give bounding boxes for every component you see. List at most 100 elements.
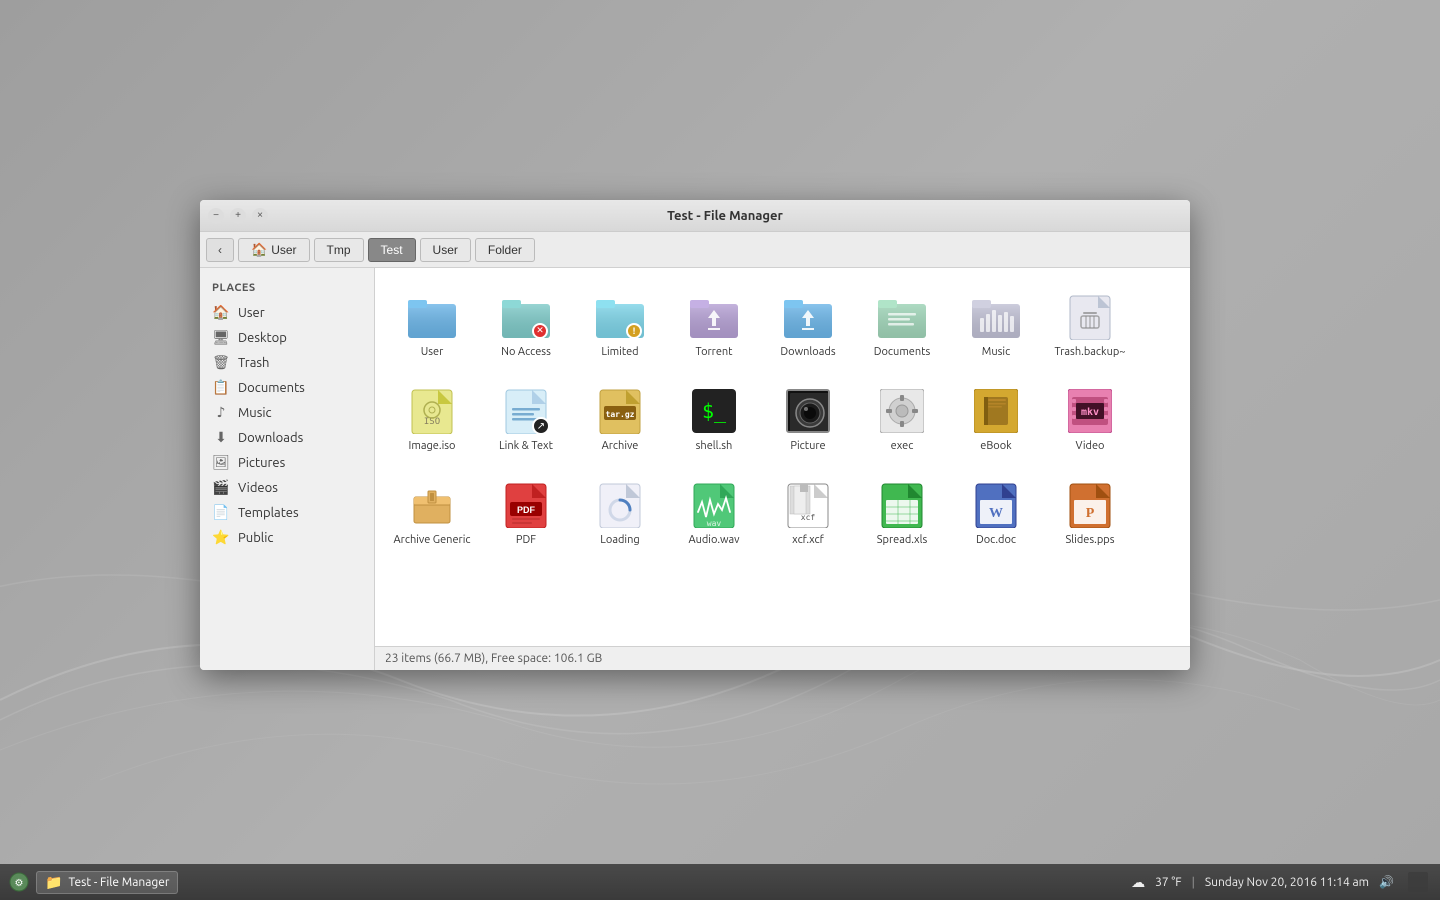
breadcrumb-test[interactable]: Test: [368, 238, 416, 262]
exec-label: exec: [891, 439, 914, 453]
breadcrumb-tmp[interactable]: Tmp: [314, 238, 364, 262]
taskbar-app-icon-folder: 📁: [45, 874, 62, 891]
doc-label: Doc.doc: [976, 533, 1016, 547]
file-archive[interactable]: tar.gz Archive: [575, 374, 665, 464]
file-image-iso[interactable]: ISO Image.iso: [387, 374, 477, 464]
breadcrumb-user2[interactable]: User: [420, 238, 471, 262]
videos-icon: 🎬: [212, 479, 230, 496]
spreadsheet-label: Spread.xls: [877, 533, 927, 547]
file-doc[interactable]: W Doc.doc: [951, 468, 1041, 558]
sidebar-item-public[interactable]: ⭐ Public: [200, 525, 374, 550]
file-limited[interactable]: ! Limited: [575, 280, 665, 370]
desktop-icon: 🖥: [212, 329, 230, 346]
archive-icon: tar.gz: [596, 387, 644, 435]
app-launcher-icon[interactable]: ⚙: [8, 871, 30, 893]
archive-generic-label: Archive Generic: [394, 533, 471, 547]
file-picture[interactable]: Picture: [763, 374, 853, 464]
back-button[interactable]: ‹: [206, 238, 234, 262]
iso-label: Image.iso: [409, 439, 456, 453]
file-music[interactable]: Music: [951, 280, 1041, 370]
ebook-icon: [972, 387, 1020, 435]
maximize-button[interactable]: +: [230, 208, 246, 224]
spreadsheet-icon: [878, 481, 926, 529]
volume-icon[interactable]: 🔊: [1379, 875, 1394, 889]
file-xcf[interactable]: xcf xcf.xcf: [763, 468, 853, 558]
picture-label: Picture: [790, 439, 825, 453]
sidebar-item-downloads[interactable]: ⬇ Downloads: [200, 425, 374, 450]
sidebar-item-trash[interactable]: 🗑 Trash: [200, 350, 374, 375]
minimize-button[interactable]: −: [208, 208, 224, 224]
slides-label: Slides.pps: [1066, 533, 1115, 547]
toolbar: ‹ 🏠 User Tmp Test User Folder: [200, 232, 1190, 268]
breadcrumb-user[interactable]: 🏠 User: [238, 238, 310, 262]
loading-label: Loading: [600, 533, 639, 547]
file-shell[interactable]: $_ shell.sh: [669, 374, 759, 464]
file-archive-generic[interactable]: Archive Generic: [387, 468, 477, 558]
file-ebook[interactable]: eBook: [951, 374, 1041, 464]
music-folder-icon: [972, 293, 1020, 341]
audio-icon: wav: [690, 481, 738, 529]
documents-icon: 📋: [212, 379, 230, 396]
sidebar: PLACES 🏠 User 🖥 Desktop 🗑 Trash 📋 Docume…: [200, 268, 375, 670]
torrent-folder-icon: [690, 293, 738, 341]
close-button[interactable]: ×: [252, 208, 268, 224]
loading-icon: [596, 481, 644, 529]
file-audio[interactable]: wav Audio.wav: [669, 468, 759, 558]
file-link-text[interactable]: ↗ Link & Text: [481, 374, 571, 464]
statusbar-text: 23 items (66.7 MB), Free space: 106.1 GB: [385, 652, 602, 665]
sidebar-item-videos[interactable]: 🎬 Videos: [200, 475, 374, 500]
window-body: PLACES 🏠 User 🖥 Desktop 🗑 Trash 📋 Docume…: [200, 268, 1190, 670]
file-no-access[interactable]: ✕ No Access: [481, 280, 571, 370]
file-exec[interactable]: exec: [857, 374, 947, 464]
sidebar-item-user[interactable]: 🏠 User: [200, 300, 374, 325]
file-user[interactable]: User: [387, 280, 477, 370]
taskbar-app-button[interactable]: 📁 Test - File Manager: [36, 871, 178, 894]
file-torrent[interactable]: Torrent: [669, 280, 759, 370]
svg-text:P: P: [1086, 506, 1095, 521]
music-icon: ♪: [212, 404, 230, 421]
breadcrumb-folder[interactable]: Folder: [475, 238, 535, 262]
link-text-label: Link & Text: [499, 439, 553, 453]
link-text-icon: ↗: [502, 387, 550, 435]
sidebar-item-desktop[interactable]: 🖥 Desktop: [200, 325, 374, 350]
show-desktop-button[interactable]: [1408, 872, 1428, 892]
templates-icon: 📄: [212, 504, 230, 521]
downloads-icon: ⬇: [212, 429, 230, 446]
file-spreadsheet[interactable]: Spread.xls: [857, 468, 947, 558]
pictures-icon: 🖼: [212, 454, 230, 471]
taskbar: ⚙ 📁 Test - File Manager ☁ 37 °F | Sunday…: [0, 864, 1440, 900]
video-icon: mkv: [1066, 387, 1114, 435]
sidebar-item-pictures[interactable]: 🖼 Pictures: [200, 450, 374, 475]
file-pdf[interactable]: PDF PDF: [481, 468, 571, 558]
svg-text:wav: wav: [707, 519, 722, 528]
sidebar-item-templates[interactable]: 📄 Templates: [200, 500, 374, 525]
file-manager-window: − + × Test - File Manager ‹ 🏠 User Tmp T…: [200, 200, 1190, 670]
slides-icon: P: [1066, 481, 1114, 529]
svg-text:W: W: [989, 506, 1003, 521]
exec-icon: [878, 387, 926, 435]
user-folder-icon: [408, 293, 456, 341]
limited-folder-label: Limited: [601, 345, 638, 359]
main-content: User ✕: [375, 268, 1190, 670]
window-controls: − + ×: [208, 208, 268, 224]
file-loading[interactable]: Loading: [575, 468, 665, 558]
file-slides[interactable]: P Slides.pps: [1045, 468, 1135, 558]
pdf-label: PDF: [516, 533, 536, 547]
documents-folder-label: Documents: [874, 345, 931, 359]
window-title: Test - File Manager: [268, 209, 1182, 223]
statusbar: 23 items (66.7 MB), Free space: 106.1 GB: [375, 646, 1190, 670]
archive-generic-icon: [408, 481, 456, 529]
sidebar-item-documents[interactable]: 📋 Documents: [200, 375, 374, 400]
file-downloads[interactable]: Downloads: [763, 280, 853, 370]
trash-backup-icon: [1066, 293, 1114, 341]
downloads-folder-icon: [784, 293, 832, 341]
file-video[interactable]: mkv Video: [1045, 374, 1135, 464]
sidebar-item-music[interactable]: ♪ Music: [200, 400, 374, 425]
user-icon: 🏠: [212, 304, 230, 321]
trash-icon: 🗑: [212, 354, 230, 371]
file-documents[interactable]: Documents: [857, 280, 947, 370]
file-trash-backup[interactable]: Trash.backup~: [1045, 280, 1135, 370]
no-access-folder-label: No Access: [501, 345, 551, 359]
doc-icon: W: [972, 481, 1020, 529]
limited-badge: !: [626, 323, 642, 339]
